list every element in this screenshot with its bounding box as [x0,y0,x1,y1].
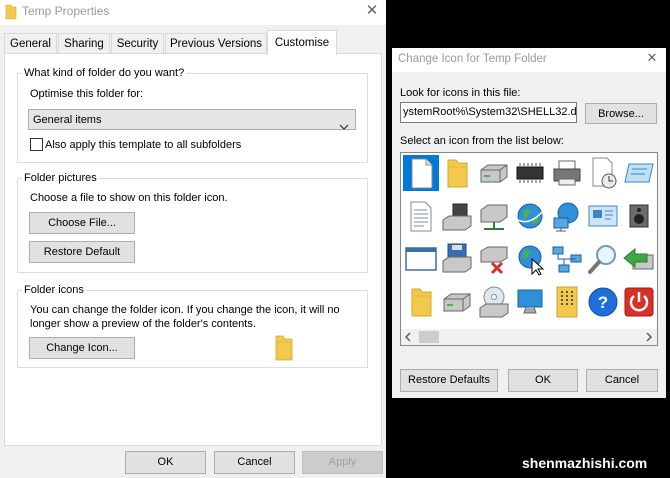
disconnected-drive-icon[interactable] [476,241,512,277]
folder-pictures-legend: Folder pictures [22,171,99,185]
change-icon-button[interactable]: Change Icon... [29,337,135,359]
optimise-label: Optimise this folder for: [30,88,144,100]
folder-type-legend: What kind of folder do you want? [22,66,187,80]
power-icon[interactable] [621,284,657,320]
blank-document-icon[interactable] [403,155,439,191]
computer-icon[interactable] [512,284,548,320]
magnifier-icon[interactable] [585,241,621,277]
tab-sharing[interactable]: Sharing [58,33,110,54]
tab-previous-versions[interactable]: Previous Versions [165,33,267,54]
scroll-right-icon[interactable] [644,332,654,342]
folder-icon [5,4,17,20]
folder-icons-desc-line1: You can change the folder icon. If you c… [30,304,340,316]
icon-file-path-input[interactable]: ystemRoot%\System32\SHELL32.dll [400,102,577,123]
drive-icon[interactable] [439,284,475,320]
icon-grid: ? [401,153,657,329]
scrollbar-thumb[interactable] [419,331,439,343]
back-arrow-icon[interactable] [621,241,657,277]
scroll-left-icon[interactable] [403,332,413,342]
restore-defaults-button[interactable]: Restore Defaults [400,369,498,392]
floppy-drive-icon[interactable] [439,241,475,277]
optimise-value: General items [33,114,102,126]
folder-preview-icon [274,334,294,362]
chevron-down-icon [339,110,349,137]
choose-file-button[interactable]: Choose File... [29,212,135,234]
text-document-icon[interactable] [403,198,439,234]
folder-icons-legend: Folder icons [22,283,86,297]
svg-text:?: ? [598,293,608,312]
tab-customise[interactable]: Customise [267,30,337,55]
window-title: Temp Properties [22,4,110,18]
change-icon-dialog: Change Icon for Temp Folder ✕ Look for i… [392,48,666,398]
folder-icon[interactable] [439,155,475,191]
browse-button[interactable]: Browse... [585,103,657,124]
globe-icon[interactable] [512,198,548,234]
dialog-cancel-button[interactable]: Cancel [586,369,658,392]
apply-subfolders-label: Also apply this template to all subfolde… [45,139,242,151]
cd-drive-icon[interactable] [476,284,512,320]
look-for-label: Look for icons in this file: [400,87,521,99]
properties-titlebar: Temp Properties ✕ [0,0,386,25]
folder-icons-desc-line2: longer show a preview of the folder's co… [30,318,256,330]
folder-pictures-desc: Choose a file to show on this folder ico… [30,192,228,204]
restore-default-button[interactable]: Restore Default [29,241,135,263]
memory-chip-icon[interactable] [512,155,548,191]
document-clock-icon[interactable] [585,155,621,191]
document-grid-icon[interactable] [549,284,585,320]
horizontal-scrollbar[interactable] [401,329,657,345]
ok-button[interactable]: OK [125,451,206,474]
network-icon[interactable] [549,241,585,277]
drive-icon[interactable] [476,155,512,191]
icon-list[interactable]: ? [400,152,658,346]
folder-icon[interactable] [403,284,439,320]
speaker-icon[interactable] [621,198,657,234]
control-panel-icon[interactable] [585,198,621,234]
select-icon-label: Select an icon from the list below: [400,135,564,147]
card-icon[interactable] [621,155,657,191]
change-icon-titlebar: Change Icon for Temp Folder ✕ [392,48,666,72]
globe-cursor-icon[interactable] [512,241,548,277]
window-icon[interactable] [403,241,439,277]
dialog-title: Change Icon for Temp Folder [398,53,547,65]
watermark: shenmazhishi.com [522,455,648,471]
apply-subfolders-checkbox[interactable] [30,138,43,151]
tab-security[interactable]: Security [111,33,164,54]
network-globe-icon[interactable] [549,198,585,234]
close-icon[interactable]: ✕ [644,51,660,69]
computer-drive-icon[interactable] [439,198,475,234]
network-drive-icon[interactable] [476,198,512,234]
dialog-ok-button[interactable]: OK [508,369,578,392]
close-icon[interactable]: ✕ [364,3,380,21]
properties-window: Temp Properties ✕ General Sharing Securi… [0,0,386,478]
optimise-select[interactable]: General items [28,109,356,130]
apply-button[interactable]: Apply [302,451,383,474]
help-icon[interactable]: ? [585,284,621,320]
tab-general[interactable]: General [4,33,57,54]
cancel-button[interactable]: Cancel [214,451,295,474]
printer-icon[interactable] [549,155,585,191]
